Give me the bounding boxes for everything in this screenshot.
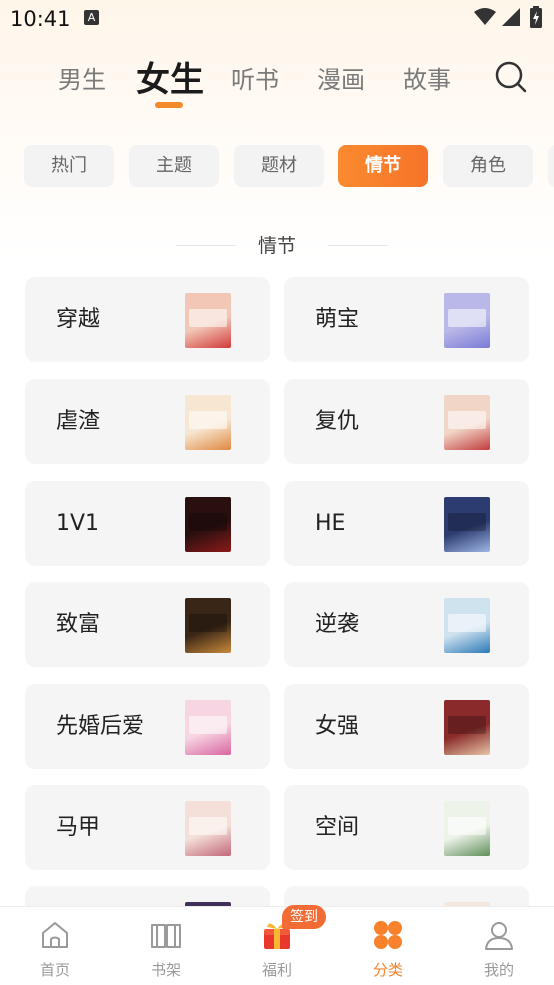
category-card[interactable]: 空间	[284, 785, 529, 870]
bookshelf-icon	[151, 924, 181, 948]
category-card[interactable]: 先婚后爱	[25, 684, 270, 769]
category-card[interactable]: 萌宝	[284, 277, 529, 362]
book-cover	[185, 598, 231, 653]
category-card[interactable]: 马甲	[25, 785, 270, 870]
heading-divider-right	[328, 245, 388, 246]
book-cover	[444, 293, 490, 348]
heading-divider-left	[176, 245, 236, 246]
nav-profile-label: 我的	[483, 961, 514, 979]
tab-audiobook[interactable]: 听书	[231, 60, 279, 95]
category-label: 1V1	[56, 511, 100, 536]
nav-category-label: 分类	[372, 961, 403, 979]
category-card[interactable]: 女强	[284, 684, 529, 769]
category-label: 虐渣	[56, 409, 101, 434]
category-card[interactable]: 虐渣	[25, 379, 270, 464]
book-cover	[444, 497, 490, 552]
book-cover	[185, 395, 231, 450]
chip-hot[interactable]: 热门	[24, 145, 114, 187]
book-cover	[444, 395, 490, 450]
category-label: HE	[315, 511, 346, 536]
category-label: 穿越	[56, 307, 101, 332]
category-label: 空间	[315, 815, 360, 840]
checkin-badge[interactable]: 签到	[282, 905, 326, 929]
profile-icon	[485, 922, 513, 950]
search-icon[interactable]	[494, 60, 528, 94]
top-nav: 男生 女生 听书 漫画 故事	[0, 52, 554, 112]
nav-profile[interactable]: 我的	[444, 907, 554, 985]
category-card[interactable]	[284, 886, 529, 907]
header-background	[0, 0, 554, 260]
category-card[interactable]: 复仇	[284, 379, 529, 464]
notification-icon: A	[84, 10, 99, 25]
book-cover	[444, 801, 490, 856]
active-tab-indicator	[155, 102, 183, 108]
nav-category[interactable]: 分类	[333, 907, 443, 985]
bottom-nav: 首页 书架 福利 分类 我的	[0, 906, 554, 985]
chip-genre[interactable]: 题材	[234, 145, 324, 187]
nav-welfare-label: 福利	[261, 961, 292, 979]
category-card[interactable]: 逆袭	[284, 582, 529, 667]
book-cover	[185, 801, 231, 856]
battery-icon	[530, 6, 542, 28]
category-label: 先婚后爱	[56, 714, 145, 739]
tab-comics[interactable]: 漫画	[317, 60, 365, 95]
nav-bookshelf[interactable]: 书架	[111, 907, 221, 985]
category-label: 致富	[56, 612, 101, 637]
nav-bookshelf-label: 书架	[150, 961, 181, 979]
category-card[interactable]: 1V1	[25, 481, 270, 566]
chip-role[interactable]: 角色	[443, 145, 533, 187]
category-icon	[374, 921, 402, 949]
category-card[interactable]: HE	[284, 481, 529, 566]
chip-more[interactable]	[548, 145, 554, 187]
status-bar: 10:41 A	[0, 0, 554, 38]
tab-male[interactable]: 男生	[58, 60, 106, 95]
book-cover	[444, 598, 490, 653]
section-heading: 情节	[0, 232, 554, 260]
status-time: 10:41	[10, 7, 71, 31]
category-label: 复仇	[315, 409, 360, 434]
category-label: 萌宝	[315, 307, 360, 332]
book-cover	[185, 497, 231, 552]
book-cover	[444, 700, 490, 755]
chip-theme[interactable]: 主题	[129, 145, 219, 187]
category-card[interactable]: 穿越	[25, 277, 270, 362]
sub-tabs: 热门 主题 题材 情节 角色	[0, 145, 554, 189]
tab-female[interactable]: 女生	[136, 52, 204, 101]
book-cover	[185, 700, 231, 755]
signal-icon	[502, 8, 520, 26]
book-cover	[185, 293, 231, 348]
tab-stories[interactable]: 故事	[403, 60, 451, 95]
section-title: 情节	[257, 235, 296, 257]
nav-home[interactable]: 首页	[0, 907, 110, 985]
nav-home-label: 首页	[39, 961, 70, 979]
home-icon	[42, 922, 68, 948]
chip-plot[interactable]: 情节	[338, 145, 428, 187]
category-card[interactable]: 致富	[25, 582, 270, 667]
category-card[interactable]	[25, 886, 270, 907]
category-label: 女强	[315, 714, 360, 739]
wifi-icon	[474, 8, 496, 25]
category-label: 马甲	[56, 815, 101, 840]
category-grid: 穿越 萌宝 虐渣 复仇 1V1 HE 致富 逆袭 先婚后爱 女强 马甲 空间	[0, 277, 554, 907]
category-label: 逆袭	[315, 612, 360, 637]
